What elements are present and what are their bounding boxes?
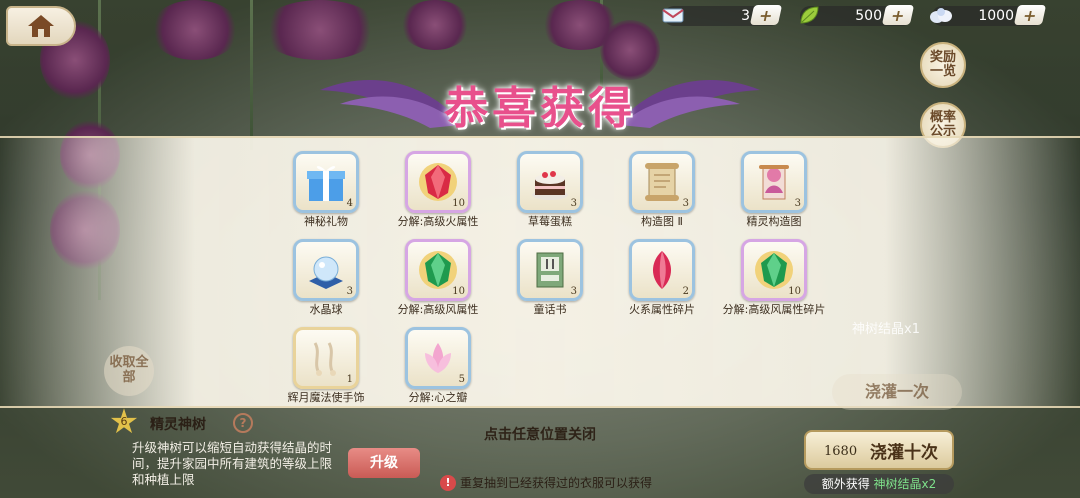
reward-item[interactable]: 1 辉月魔法使手饰 [270, 327, 382, 411]
item-name: 童话书 [533, 303, 567, 316]
reward-item[interactable]: 3 童话书 [494, 239, 606, 323]
watering-panel: 神树结晶x1 浇灌一次 1680 浇灌十次 额外获得 神树结晶x2 [792, 308, 992, 498]
reward-item[interactable]: 3 构造图 Ⅱ [606, 151, 718, 235]
reward-icon-frame: 3 [629, 151, 695, 213]
item-name: 草莓蛋糕 [528, 215, 572, 228]
item-count: 3 [346, 286, 353, 297]
reward-icon-frame: 3 [293, 239, 359, 301]
currency-gems: 1000 + [930, 5, 1047, 27]
item-count: 3 [794, 198, 801, 209]
reward-icon-frame: 3 [741, 151, 807, 213]
item-name: 分解:心之瓣 [408, 391, 468, 404]
crystal-reward-line: 神树结晶x1 [852, 322, 920, 337]
item-count: 10 [788, 286, 801, 297]
reward-icon-frame: 3 [517, 239, 583, 301]
item-count: 10 [452, 198, 465, 209]
item-count: 4 [346, 198, 353, 209]
reward-item[interactable]: 5 分解:心之瓣 [382, 327, 494, 411]
duplicate-warning: ! 重复抽到已经获得过的衣服可以获得 [440, 474, 652, 491]
rewards-list-button[interactable]: 奖励一览 [920, 42, 966, 88]
congrats-title: 恭喜获得 [444, 83, 636, 134]
tree-description: 升级神树可以缩短自动获得结晶的时间，提升家园中所有建筑的等级上限和种植上限 [132, 440, 333, 487]
item-count: 5 [458, 374, 465, 385]
reward-icon-frame: 3 [517, 151, 583, 213]
reward-item[interactable]: 3 水晶球 [270, 239, 382, 323]
reward-icon-frame: 4 [293, 151, 359, 213]
item-count: 1 [346, 374, 353, 385]
reward-item[interactable]: 10 分解:高级风属性 [382, 239, 494, 323]
reward-icon-frame: 10 [741, 239, 807, 301]
reward-icon-frame: 10 [405, 239, 471, 301]
add-leaves-button[interactable]: + [881, 5, 915, 25]
reward-icon-frame: 1 [293, 327, 359, 389]
reward-icon-frame: 2 [629, 239, 695, 301]
item-name: 水晶球 [309, 303, 343, 316]
reward-item[interactable]: 3 精灵构造图 [718, 151, 830, 235]
reward-icon-frame: 5 [405, 327, 471, 389]
item-name: 构造图 Ⅱ [641, 215, 683, 228]
warning-icon: ! [440, 474, 456, 491]
water-ten-button[interactable]: 1680 浇灌十次 [804, 430, 954, 470]
extra-highlight: 神树结晶x2 [873, 477, 937, 491]
item-name: 辉月魔法使手饰 [287, 391, 365, 404]
item-count: 3 [570, 286, 577, 297]
reward-item[interactable]: 4 神秘礼物 [270, 151, 382, 235]
currency-leaves: 500 + [800, 5, 915, 27]
extra-prefix: 额外获得 [821, 477, 870, 491]
water-once-button[interactable]: 浇灌一次 [832, 374, 962, 410]
item-count: 10 [452, 286, 465, 297]
item-name: 分解:高级风属性 [397, 303, 479, 316]
letter-icon [658, 1, 688, 29]
collect-all-button[interactable]: 收取全部 [104, 346, 154, 396]
reward-item[interactable]: 10 分解:高级火属性 [382, 151, 494, 235]
upgrade-button[interactable]: 升级 [348, 448, 420, 478]
item-name: 神秘礼物 [304, 215, 348, 228]
reward-icon-frame: 10 [405, 151, 471, 213]
cloud-gem-icon [926, 1, 956, 29]
reward-item[interactable]: 2 火系属性碎片 [606, 239, 718, 323]
item-count: 3 [682, 198, 689, 209]
item-name: 分解:高级火属性 [397, 215, 479, 228]
item-count: 3 [570, 198, 577, 209]
extra-reward-note: 额外获得 神树结晶x2 [804, 474, 954, 494]
home-button[interactable] [6, 6, 76, 46]
add-gems-button[interactable]: + [1013, 5, 1047, 25]
water-ten-cost: 1680 [824, 444, 858, 459]
warning-text: 重复抽到已经获得过的衣服可以获得 [460, 476, 653, 490]
water-ten-label: 浇灌十次 [870, 443, 938, 463]
reward-grid: 4 神秘礼物 10 分解:高级火属性 3 草莓蛋糕 3 构造图 Ⅱ 3 精灵构造… [270, 151, 830, 411]
item-name: 精灵构造图 [746, 215, 802, 228]
add-letters-button[interactable]: + [749, 5, 783, 25]
home-icon [28, 15, 54, 37]
item-name: 火系属性碎片 [629, 303, 695, 316]
congrats-banner: 恭喜获得 [320, 62, 760, 142]
item-count: 2 [682, 286, 689, 297]
currency-letters: 3 + [662, 5, 783, 27]
reward-item[interactable]: 3 草莓蛋糕 [494, 151, 606, 235]
leaf-icon [794, 1, 824, 29]
